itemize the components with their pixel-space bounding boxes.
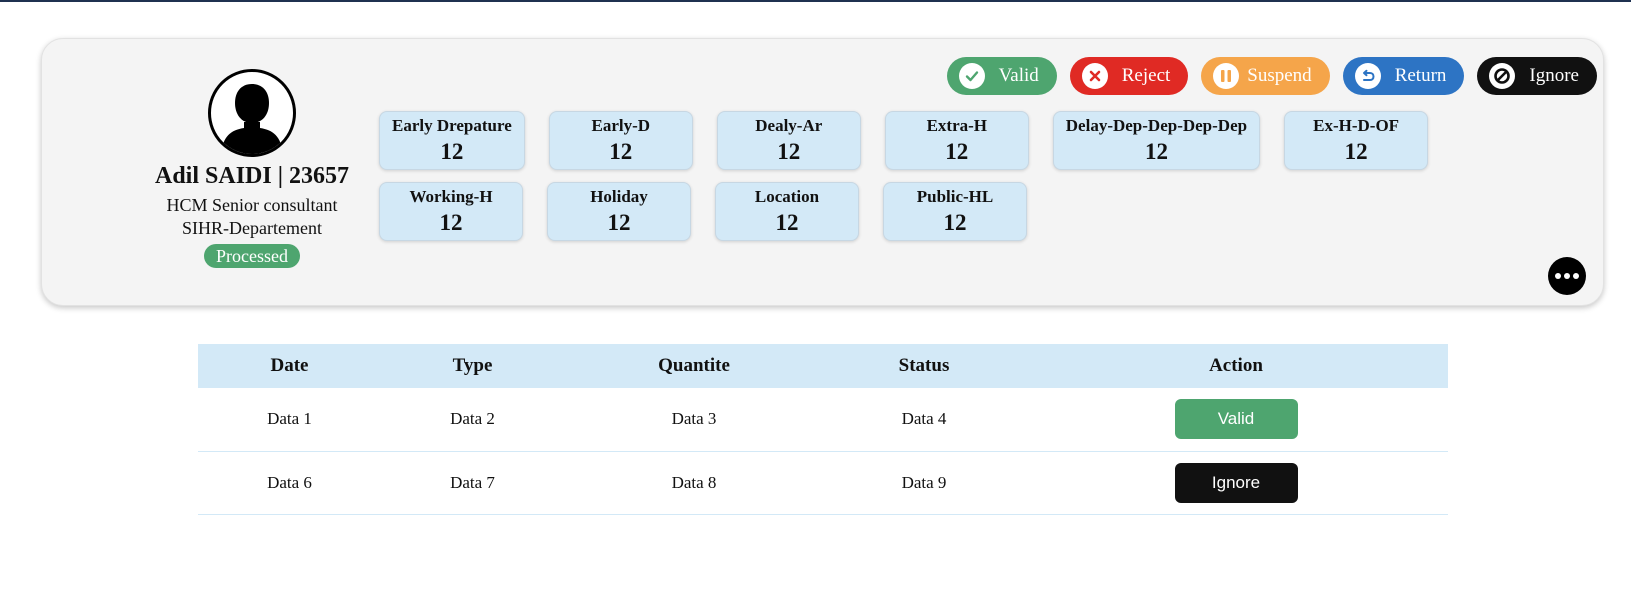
more-options-button[interactable] xyxy=(1548,257,1586,295)
action-toolbar: Valid Reject Suspend Return Ignore xyxy=(946,57,1597,95)
return-button[interactable]: Return xyxy=(1342,57,1465,95)
column-header-status: Status xyxy=(898,355,950,376)
suspend-button-label: Suspend xyxy=(1247,65,1312,86)
more-dot-icon xyxy=(1555,273,1561,279)
counter-label: Public-HL xyxy=(916,186,994,206)
table-row: Data 6 Data 7 Data 8 Data 9 Ignore xyxy=(198,451,1448,515)
counter-value: 12 xyxy=(943,209,967,235)
counters-row: Early Drepature 12 Early-D 12 Dealy-Ar 1… xyxy=(379,111,1439,170)
valid-button[interactable]: Valid xyxy=(946,57,1057,95)
ban-icon xyxy=(1489,63,1516,89)
status-badge: Processed xyxy=(204,244,300,268)
table-cell: Data 7 xyxy=(381,451,564,515)
reject-button-label: Reject xyxy=(1121,65,1171,86)
counter-holiday: Holiday 12 xyxy=(547,182,691,241)
x-icon xyxy=(1081,63,1108,89)
counter-value: 12 xyxy=(777,138,801,164)
table-cell: Data 3 xyxy=(564,388,824,452)
row-ignore-button[interactable]: Ignore xyxy=(1174,462,1298,503)
column-header-action: Action xyxy=(1209,355,1263,376)
pause-icon xyxy=(1213,63,1240,89)
counter-value: 12 xyxy=(1344,138,1368,164)
counter-value: 12 xyxy=(440,138,464,164)
table-cell: Data 2 xyxy=(381,388,564,452)
counter-label: Extra-H xyxy=(926,115,987,135)
column-header-date: Date xyxy=(270,355,309,376)
counter-value: 12 xyxy=(775,209,799,235)
counter-public-hl: Public-HL 12 xyxy=(883,182,1027,241)
counter-label: Early Drepature xyxy=(392,115,512,135)
counter-label: Delay-Dep-Dep-Dep-Dep xyxy=(1065,115,1248,135)
employee-role: HCM Senior consultant xyxy=(166,195,338,215)
counter-early-d: Early-D 12 xyxy=(548,111,693,170)
row-valid-button[interactable]: Valid xyxy=(1174,399,1298,440)
return-button-label: Return xyxy=(1394,65,1447,86)
counter-dealy-ar: Dealy-Ar 12 xyxy=(716,111,861,170)
counter-label: Holiday xyxy=(590,186,648,206)
counter-label: Ex-H-D-OF xyxy=(1313,115,1400,135)
counter-location: Location 12 xyxy=(715,182,859,241)
counter-label: Dealy-Ar xyxy=(755,115,823,135)
table-header-row: Date Type Quantite Status Action xyxy=(198,344,1448,388)
more-dot-icon xyxy=(1573,273,1579,279)
employee-profile: Adil SAIDI | 23657 HCM Senior consultant… xyxy=(102,69,402,268)
top-border xyxy=(0,0,1631,2)
records-table-container: Date Type Quantite Status Action Data 1 … xyxy=(198,344,1448,515)
check-icon xyxy=(958,63,985,89)
table-cell: Data 9 xyxy=(824,451,1024,515)
counter-value: 12 xyxy=(1144,138,1168,164)
counter-label: Working-H xyxy=(409,186,493,206)
employee-name: Adil SAIDI | 23657 xyxy=(155,163,349,189)
counter-ex-h-d-of: Ex-H-D-OF 12 xyxy=(1284,111,1429,170)
suspend-button[interactable]: Suspend xyxy=(1201,57,1330,95)
table-cell: Data 1 xyxy=(198,388,381,452)
records-table: Date Type Quantite Status Action Data 1 … xyxy=(198,344,1448,515)
ignore-button[interactable]: Ignore xyxy=(1477,57,1597,95)
avatar xyxy=(208,69,296,157)
ignore-button-label: Ignore xyxy=(1529,65,1579,86)
employee-card: Adil SAIDI | 23657 HCM Senior consultant… xyxy=(41,38,1604,306)
counter-label: Early-D xyxy=(591,115,651,135)
counter-working-h: Working-H 12 xyxy=(379,182,523,241)
table-cell: Data 8 xyxy=(564,451,824,515)
counter-label: Location xyxy=(754,186,820,206)
counter-delay-dep: Delay-Dep-Dep-Dep-Dep 12 xyxy=(1052,111,1261,170)
user-silhouette-icon xyxy=(221,84,283,154)
employee-department: SIHR-Departement xyxy=(182,218,322,238)
table-cell-action: Valid xyxy=(1024,388,1448,452)
counter-extra-h: Extra-H 12 xyxy=(884,111,1029,170)
table-cell: Data 6 xyxy=(198,451,381,515)
counter-early-drepature: Early Drepature 12 xyxy=(379,111,525,170)
counters-row: Working-H 12 Holiday 12 Location 12 Publ… xyxy=(379,182,1439,241)
return-icon xyxy=(1354,63,1381,89)
column-header-type: Type xyxy=(452,355,493,376)
valid-button-label: Valid xyxy=(998,65,1039,86)
counter-value: 12 xyxy=(607,209,631,235)
table-cell: Data 4 xyxy=(824,388,1024,452)
counter-value: 12 xyxy=(609,138,633,164)
reject-button[interactable]: Reject xyxy=(1069,57,1189,95)
counter-value: 12 xyxy=(945,138,969,164)
column-header-quantite: Quantite xyxy=(658,355,730,376)
table-cell-action: Ignore xyxy=(1024,451,1448,515)
more-dot-icon xyxy=(1564,273,1570,279)
table-row: Data 1 Data 2 Data 3 Data 4 Valid xyxy=(198,388,1448,452)
counter-value: 12 xyxy=(439,209,463,235)
counters-panel: Early Drepature 12 Early-D 12 Dealy-Ar 1… xyxy=(379,111,1439,253)
